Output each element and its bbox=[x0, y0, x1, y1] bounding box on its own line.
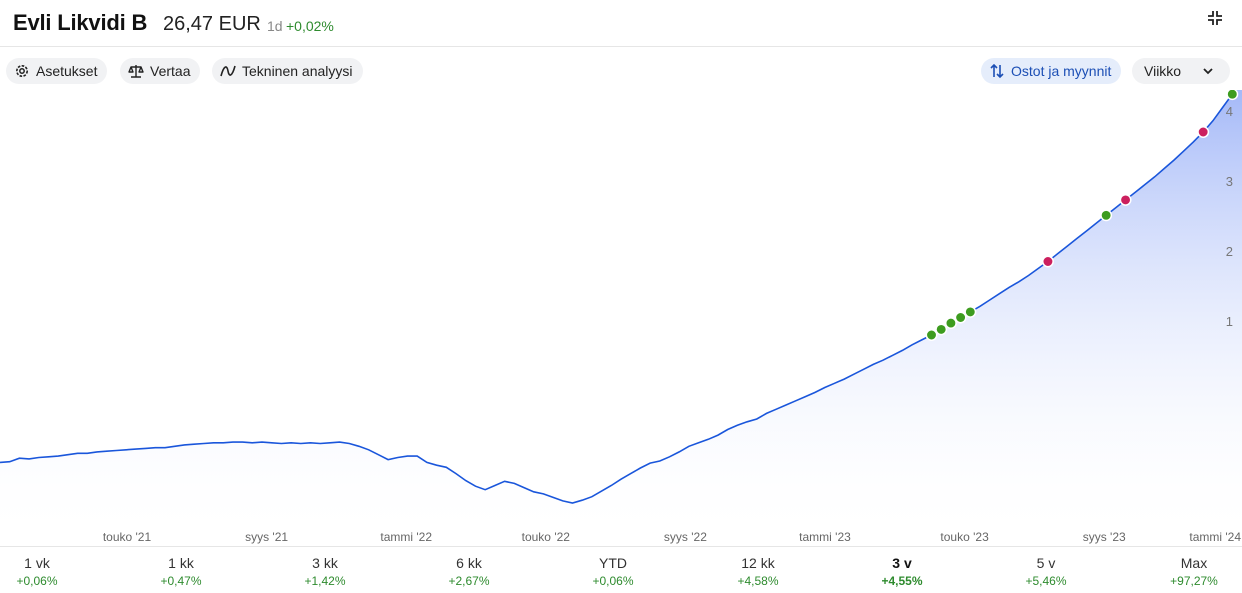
trades-label: Ostot ja myynnit bbox=[1011, 63, 1112, 79]
range-option[interactable]: 12 kk +4,58% bbox=[718, 555, 798, 588]
change-percent: +0,02% bbox=[286, 18, 334, 34]
buy-marker[interactable] bbox=[1226, 90, 1239, 101]
technical-analysis-label: Tekninen analyysi bbox=[242, 63, 353, 79]
range-label: 5 v bbox=[1036, 555, 1056, 571]
y-tick-label: 3 bbox=[1226, 174, 1233, 189]
range-label: 3 v bbox=[892, 555, 912, 571]
settings-button[interactable]: Asetukset bbox=[6, 58, 108, 84]
scale-icon bbox=[128, 65, 144, 78]
interval-select[interactable]: Viikko bbox=[1132, 58, 1230, 84]
x-tick-label: syys '22 bbox=[664, 530, 707, 544]
interval-value: Viikko bbox=[1144, 63, 1182, 79]
range-option[interactable]: YTD +0,06% bbox=[573, 555, 653, 588]
x-tick-label: touko '23 bbox=[940, 530, 989, 544]
range-change: +97,27% bbox=[1170, 574, 1218, 588]
x-tick-label: tammi '24 bbox=[1189, 530, 1241, 544]
range-label: 12 kk bbox=[741, 555, 775, 571]
sell-marker[interactable] bbox=[1041, 255, 1054, 268]
range-change: +2,67% bbox=[448, 574, 490, 588]
range-label: YTD bbox=[599, 555, 627, 571]
x-tick-label: tammi '23 bbox=[799, 530, 851, 544]
y-tick-label: 1 bbox=[1226, 314, 1233, 329]
buy-marker[interactable] bbox=[925, 329, 938, 341]
chart-toolbar: Asetukset Vertaa Tekninen analyysi Ostot… bbox=[0, 57, 1242, 85]
buy-marker[interactable] bbox=[964, 305, 977, 318]
range-change: +0,06% bbox=[16, 574, 58, 588]
range-change: +1,42% bbox=[304, 574, 346, 588]
sell-marker[interactable] bbox=[1197, 126, 1210, 138]
range-option[interactable]: 1 kk +0,47% bbox=[141, 555, 221, 588]
buy-marker[interactable] bbox=[935, 323, 948, 336]
range-option[interactable]: 1 vk +0,06% bbox=[0, 555, 77, 588]
instrument-title: Evli Likvidi B bbox=[13, 10, 148, 35]
range-label: 6 kk bbox=[456, 555, 482, 571]
settings-label: Asetukset bbox=[36, 63, 98, 79]
x-tick-label: syys '21 bbox=[245, 530, 288, 544]
trades-button[interactable]: Ostot ja myynnit bbox=[981, 58, 1122, 84]
technical-analysis-button[interactable]: Tekninen analyysi bbox=[212, 58, 363, 84]
x-tick-label: syys '23 bbox=[1083, 530, 1126, 544]
sell-marker[interactable] bbox=[1119, 193, 1132, 206]
y-tick-label: 2 bbox=[1226, 244, 1233, 259]
gear-icon bbox=[16, 65, 28, 77]
range-selector: 1 vk +0,06% 1 kk +0,47% 3 kk +1,42% 6 kk +2,67%… bbox=[0, 552, 1242, 593]
range-option[interactable]: 5 v +5,46% bbox=[1006, 555, 1086, 588]
x-axis-line bbox=[0, 546, 1242, 547]
range-label: 3 kk bbox=[312, 555, 338, 571]
change-period: 1d bbox=[267, 18, 283, 34]
price-chart[interactable]: 1 2 3 4 touko '21 syys '21 tammi '22 touko '22… bbox=[0, 90, 1242, 545]
price-area bbox=[0, 90, 1242, 545]
x-tick-label: touko '22 bbox=[522, 530, 571, 544]
x-tick-label: tammi '22 bbox=[380, 530, 432, 544]
range-option[interactable]: Max +97,27% bbox=[1154, 555, 1234, 588]
compare-button[interactable]: Vertaa bbox=[120, 58, 201, 84]
swap-vertical-icon bbox=[990, 63, 1004, 79]
range-option[interactable]: 3 v +4,55% bbox=[862, 555, 942, 588]
range-label: 1 vk bbox=[24, 555, 50, 571]
range-option[interactable]: 3 kk +1,42% bbox=[285, 555, 365, 588]
y-tick-label: 4 bbox=[1226, 104, 1233, 119]
instrument-header: Evli Likvidi B 26,47 EUR 1d +0,02% bbox=[0, 0, 1242, 47]
range-option[interactable]: 6 kk +2,67% bbox=[429, 555, 509, 588]
buy-marker[interactable] bbox=[954, 311, 967, 324]
range-change: +0,06% bbox=[592, 574, 634, 588]
range-change: +0,47% bbox=[160, 574, 202, 588]
buy-marker[interactable] bbox=[944, 317, 957, 330]
range-label: Max bbox=[1180, 555, 1208, 571]
range-change: +4,55% bbox=[881, 574, 923, 588]
range-change: +4,58% bbox=[737, 574, 779, 588]
collapse-icon[interactable] bbox=[1206, 9, 1224, 27]
buy-marker[interactable] bbox=[1100, 209, 1113, 222]
instrument-price: 26,47 EUR bbox=[163, 13, 261, 35]
x-tick-label: touko '21 bbox=[103, 530, 152, 544]
range-change: +5,46% bbox=[1025, 574, 1067, 588]
chevron-down-icon bbox=[1203, 68, 1213, 75]
trend-icon bbox=[220, 65, 236, 77]
compare-label: Vertaa bbox=[150, 63, 191, 79]
range-label: 1 kk bbox=[168, 555, 194, 571]
